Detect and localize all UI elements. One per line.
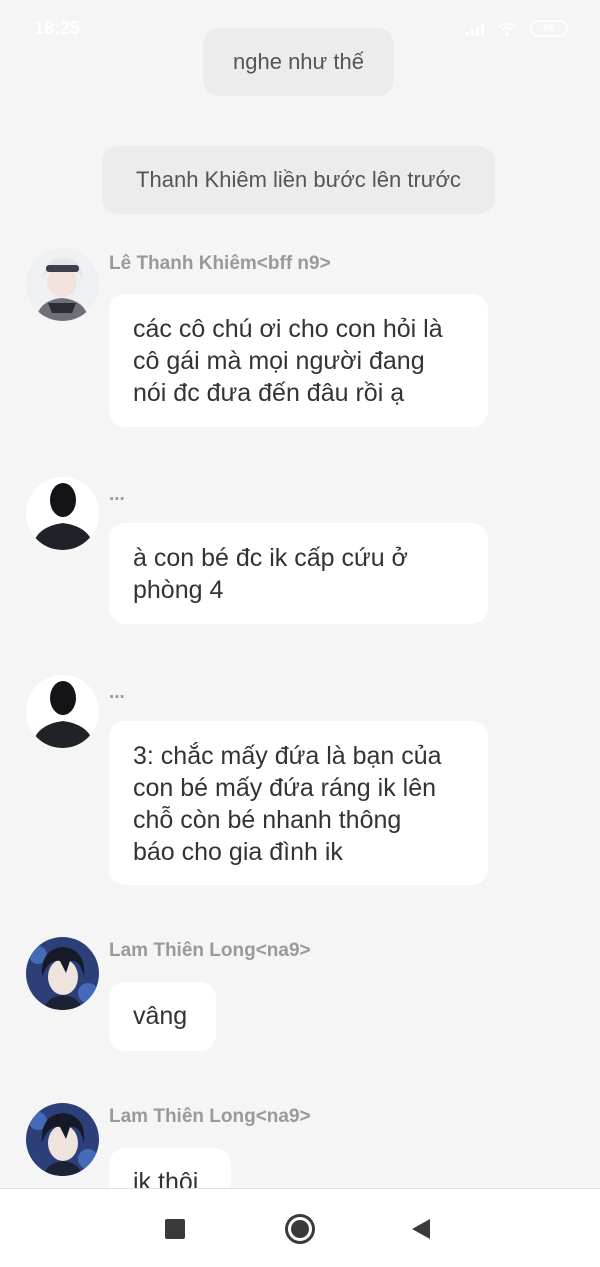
chat-screen: 18:25 66 nghe như thế Thanh Khiêm liền b… [0, 0, 600, 1267]
message-line: các cô chú ơi cho con hỏi là [133, 315, 443, 343]
sender-name: Lê Thanh Khiêm<bff n9> [109, 253, 331, 274]
home-button[interactable] [284, 1213, 316, 1245]
recents-button[interactable] [159, 1213, 191, 1245]
sender-name: ... [109, 682, 125, 703]
sender-name: ... [109, 484, 125, 505]
narration-text: Thanh Khiêm liền bước lên trước [136, 167, 461, 192]
sender-name: Lam Thiên Long<na9> [109, 940, 311, 961]
message-line: vâng [133, 1002, 188, 1030]
back-button[interactable] [405, 1213, 437, 1245]
home-circle-icon [285, 1214, 315, 1244]
narration-text: nghe như thế [233, 49, 364, 74]
message-bubble[interactable]: 3: chắc mấy đứa là bạn của con bé mấy đứ… [109, 721, 488, 885]
narration-bubble: nghe như thế [203, 28, 394, 96]
signal-icon [466, 22, 484, 36]
message-line: nói đc đưa đến đâu rồi ạ [133, 379, 405, 407]
avatar-anime-boy-dark-hair[interactable] [26, 937, 99, 1010]
avatar-anime-boy-dark-hair[interactable] [26, 1103, 99, 1176]
message-line: à con bé đc ik cấp cứu ở [133, 544, 408, 572]
message-bubble[interactable]: vâng [109, 982, 216, 1051]
status-time: 18:25 [34, 18, 81, 38]
message-line: báo cho gia đình ik [133, 838, 343, 866]
battery-icon: 66 [530, 20, 568, 37]
message-bubble[interactable]: các cô chú ơi cho con hỏi là cô gái mà m… [109, 294, 488, 427]
sender-name: Lam Thiên Long<na9> [109, 1106, 311, 1127]
message-line: phòng 4 [133, 576, 224, 604]
message-bubble[interactable]: à con bé đc ik cấp cứu ở phòng 4 [109, 523, 488, 624]
recents-square-icon [165, 1219, 185, 1239]
message-line: chỗ còn bé nhanh thông [133, 806, 402, 834]
avatar-silhouette[interactable] [26, 477, 99, 550]
status-icons: 66 [466, 20, 568, 37]
avatar-silhouette[interactable] [26, 675, 99, 748]
avatar-anime-boy-white-hair[interactable] [26, 248, 99, 321]
wifi-icon [498, 22, 516, 36]
message-line: 3: chắc mấy đứa là bạn của [133, 742, 442, 770]
message-line: cô gái mà mọi người đang [133, 347, 425, 375]
narration-bubble: Thanh Khiêm liền bước lên trước [102, 146, 495, 214]
back-triangle-icon [412, 1219, 430, 1239]
navigation-bar [0, 1188, 600, 1267]
message-line: con bé mấy đứa ráng ik lên [133, 774, 437, 802]
